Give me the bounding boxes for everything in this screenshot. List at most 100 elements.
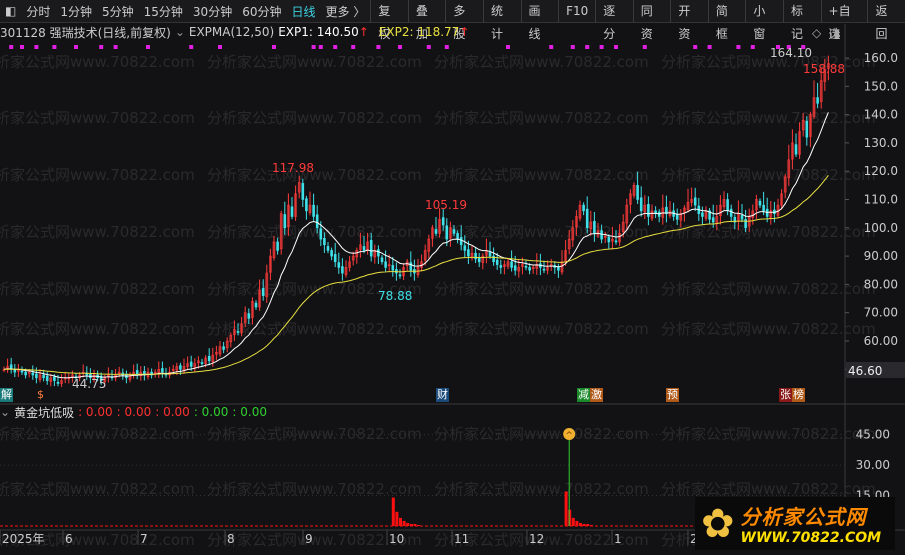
candle-body bbox=[693, 197, 697, 206]
signal-marker bbox=[376, 45, 381, 49]
chart-legend: 301128 强瑞技术(日线,前复权) ⌄ EXPMA(12,50) EXP1:… bbox=[0, 24, 473, 40]
signal-marker bbox=[426, 45, 431, 49]
candle-body bbox=[740, 215, 744, 220]
logo-url: WWW.70822.COM bbox=[740, 530, 882, 546]
signal-marker bbox=[444, 45, 449, 49]
signal-marker bbox=[707, 45, 712, 49]
candle-body bbox=[369, 239, 373, 257]
indicator-value: : 0.00 bbox=[232, 405, 267, 419]
watermark: 分析家公式网www.70822.com bbox=[434, 320, 649, 338]
watermark: 分析家公式网www.70822.com bbox=[661, 280, 876, 298]
candle-body bbox=[474, 252, 477, 260]
signal-marker bbox=[272, 45, 276, 49]
y-tick-label: 45.00 bbox=[856, 428, 890, 442]
candle-body bbox=[816, 97, 819, 104]
candle-body bbox=[323, 237, 326, 246]
signal-marker bbox=[99, 45, 104, 49]
candle-body bbox=[35, 373, 38, 379]
signal-marker bbox=[113, 45, 118, 49]
candle-body bbox=[744, 219, 747, 229]
candle-body bbox=[31, 372, 35, 376]
watermark: 分析家公式网www.70822.com bbox=[207, 223, 422, 241]
indicator-name[interactable]: EXPMA(12,50) bbox=[189, 25, 274, 39]
y-tick-label: 70.00 bbox=[864, 306, 898, 320]
candle-body bbox=[614, 240, 618, 243]
watermark: 分析家公式网www.70822.com bbox=[0, 223, 195, 241]
event-badge[interactable]: $ bbox=[36, 388, 45, 402]
watermark: 分析家公式网www.70822.com bbox=[0, 320, 195, 338]
indicator-bar bbox=[571, 517, 575, 526]
event-badge[interactable]: 解 bbox=[0, 388, 13, 402]
signal-marker bbox=[585, 45, 590, 49]
indicator-bar bbox=[399, 517, 402, 526]
candle-body bbox=[276, 241, 279, 251]
watermark: 分析家公式网www.70822.com bbox=[207, 109, 422, 127]
candle-body bbox=[56, 382, 60, 384]
signal-marker bbox=[311, 45, 316, 49]
indicator-legend: ⌄ 黄金坑低吸 : 0.00 : 0.00 : 0.00 : 0.00 : 0.… bbox=[0, 404, 267, 420]
window-toggle-icon[interactable]: ◨ bbox=[829, 26, 840, 40]
candle-body bbox=[207, 355, 211, 362]
watermark: 分析家公式网www.70822.com bbox=[207, 53, 422, 71]
candle-body bbox=[377, 249, 380, 257]
candle-body bbox=[524, 265, 528, 268]
event-badge[interactable]: 减 bbox=[577, 388, 590, 402]
indicator-bar bbox=[402, 520, 406, 526]
y-tick-label: 160.0 bbox=[864, 51, 898, 65]
indicator-bar bbox=[391, 497, 395, 526]
candle-body bbox=[409, 262, 413, 271]
indicator-bar bbox=[395, 511, 399, 526]
signal-marker bbox=[20, 45, 24, 49]
candle-body bbox=[283, 214, 287, 229]
candle-body bbox=[312, 204, 315, 217]
candle-body bbox=[758, 200, 762, 206]
candle-body bbox=[582, 204, 585, 212]
watermark: 分析家公式网www.70822.com bbox=[0, 53, 195, 71]
event-badge[interactable]: 榜 bbox=[792, 388, 805, 402]
event-badge[interactable]: 预 bbox=[666, 388, 679, 402]
x-tick-label: 10 bbox=[389, 532, 404, 546]
diamond-icon[interactable]: ◇ bbox=[812, 26, 821, 40]
stock-title: 301128 强瑞技术(日线,前复权) bbox=[0, 25, 171, 40]
y-tick-label: 150.0 bbox=[864, 79, 898, 93]
candle-body bbox=[341, 266, 344, 274]
y-tick-label: 140.0 bbox=[864, 108, 898, 122]
signal-marker bbox=[506, 45, 510, 49]
x-tick-label: 12 bbox=[529, 532, 544, 546]
event-badge[interactable]: 张 bbox=[779, 388, 792, 402]
y-tick-label: 80.00 bbox=[864, 277, 898, 291]
price-chart[interactable]: 分析家公式网www.70822.com 分析家公式网www.70822.com 分析… bbox=[0, 0, 905, 555]
flower-logo-icon: ✿ bbox=[701, 500, 735, 547]
candle-body bbox=[794, 144, 798, 155]
signal-marker bbox=[351, 45, 356, 49]
candle-body bbox=[434, 229, 438, 234]
signal-marker bbox=[146, 45, 150, 49]
watermark: 分析家公式网www.70822.com bbox=[207, 480, 422, 498]
candle-body bbox=[13, 369, 17, 373]
indicator-value: : 0.00 bbox=[78, 405, 113, 419]
watermark: 分析家公式网www.70822.com bbox=[661, 109, 876, 127]
candle-body bbox=[711, 217, 715, 223]
collapse-icon[interactable]: ⌄ bbox=[175, 25, 185, 39]
watermark: 分析家公式网www.70822.com bbox=[661, 425, 876, 443]
candle-body bbox=[639, 197, 643, 212]
up-arrow-icon: ↑ bbox=[358, 25, 369, 39]
collapse-icon[interactable]: ⌄ bbox=[0, 405, 10, 419]
x-tick-label: 11 bbox=[454, 532, 469, 546]
candle-body bbox=[762, 204, 765, 212]
event-badge[interactable]: 财 bbox=[436, 388, 449, 402]
signal-marker bbox=[333, 45, 338, 49]
candle-body bbox=[326, 246, 330, 251]
candle-body bbox=[445, 225, 449, 240]
y-tick-label: 120.0 bbox=[864, 164, 898, 178]
watermark: 分析家公式网www.70822.com bbox=[0, 166, 195, 184]
up-arrow-icon: ↑ bbox=[459, 25, 470, 39]
candle-body bbox=[161, 368, 164, 373]
price-annotation: 78.88 bbox=[378, 289, 412, 303]
candle-body bbox=[189, 361, 193, 367]
watermark: 分析家公式网www.70822.com bbox=[207, 425, 422, 443]
candle-body bbox=[301, 183, 305, 200]
candle-body bbox=[647, 204, 650, 217]
event-badge[interactable]: 激 bbox=[590, 388, 603, 402]
price-annotation: 158.88 bbox=[803, 62, 845, 76]
